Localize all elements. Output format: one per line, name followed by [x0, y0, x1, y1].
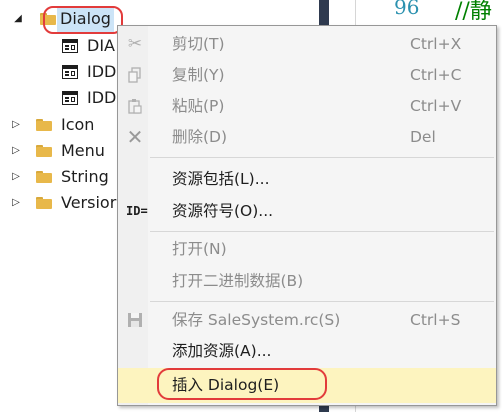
menu-item-shortcut: Del	[410, 128, 436, 146]
tree-item-label: Versior	[61, 193, 117, 212]
collapse-arrow-icon[interactable]: ▷	[11, 190, 21, 216]
menu-item-label: 复制(Y)	[172, 66, 225, 84]
copy-icon	[126, 66, 144, 84]
tree-item-label: DIA	[87, 36, 115, 55]
menu-item-label: 删除(D)	[172, 128, 228, 146]
tree-item-string[interactable]: ▷ String	[0, 164, 130, 190]
tree-item-icon[interactable]: ▷ Icon	[0, 112, 130, 138]
menu-item-save[interactable]: 保存 SaleSystem.rc(S) Ctrl+S	[118, 305, 496, 336]
collapse-arrow-icon[interactable]: ▷	[11, 112, 21, 138]
tree-item-dialog-resource[interactable]: IDD	[0, 85, 130, 111]
tree-item-label: String	[61, 167, 109, 186]
annotation-oval	[43, 6, 123, 34]
folder-icon	[36, 145, 52, 157]
dialog-resource-icon	[62, 39, 78, 53]
tree-item-menu[interactable]: ▷ Menu	[0, 138, 130, 164]
menu-item-label: 粘贴(P)	[172, 97, 225, 115]
expand-arrow-icon[interactable]: ◢	[13, 6, 23, 32]
collapse-arrow-icon[interactable]: ▷	[11, 164, 21, 190]
menu-item-label: 打开(N)	[172, 240, 227, 258]
tree-item-dialog-resource[interactable]: IDD	[0, 59, 130, 85]
menu-item-label: 资源包括(L)...	[172, 170, 270, 188]
menu-item-label: 资源符号(O)...	[172, 202, 274, 220]
line-number: 96	[394, 0, 420, 19]
menu-separator	[150, 301, 494, 302]
menu-item-cut[interactable]: ✂ 剪切(T) Ctrl+X	[118, 29, 496, 60]
annotation-oval	[157, 368, 327, 400]
tree-item-label: Menu	[61, 141, 105, 160]
menu-item-label: 打开二进制数据(B)	[172, 272, 304, 290]
menu-item-delete[interactable]: ✕ 删除(D) Del	[118, 122, 496, 153]
folder-icon	[36, 119, 52, 131]
resource-symbol-icon: ID=	[126, 204, 148, 218]
code-comment: //静	[455, 0, 492, 24]
menu-item-open[interactable]: 打开(N)	[118, 234, 496, 265]
tree-item-dialog-resource[interactable]: DIA	[0, 33, 130, 59]
menu-item-shortcut: Ctrl+X	[410, 35, 462, 53]
folder-icon	[36, 171, 52, 183]
menu-separator	[150, 157, 494, 158]
menu-item-resource-includes[interactable]: 资源包括(L)...	[118, 164, 496, 195]
tree-item-label: Icon	[61, 115, 95, 134]
menu-item-open-binary[interactable]: 打开二进制数据(B)	[118, 266, 496, 297]
cut-icon: ✂	[127, 34, 143, 54]
tree-item-label: IDD	[87, 88, 117, 107]
menu-item-label: 剪切(T)	[172, 35, 225, 53]
menu-item-label: 保存 SaleSystem.rc(S)	[172, 311, 341, 329]
menu-item-shortcut: Ctrl+C	[410, 66, 462, 84]
dialog-resource-icon	[62, 65, 78, 79]
paste-icon	[126, 97, 144, 115]
menu-item-label: 添加资源(A)...	[172, 342, 272, 360]
menu-item-shortcut: Ctrl+V	[410, 97, 462, 115]
folder-icon	[36, 197, 52, 209]
collapse-arrow-icon[interactable]: ▷	[11, 138, 21, 164]
save-icon	[126, 311, 144, 329]
menu-item-resource-symbols[interactable]: ID= 资源符号(O)...	[118, 196, 496, 227]
menu-item-add-resource[interactable]: 添加资源(A)...	[118, 336, 496, 367]
menu-item-paste[interactable]: 粘贴(P) Ctrl+V	[118, 91, 496, 122]
menu-item-copy[interactable]: 复制(Y) Ctrl+C	[118, 60, 496, 91]
dialog-resource-icon	[62, 91, 78, 105]
tree-item-label: IDD	[87, 62, 117, 81]
menu-item-shortcut: Ctrl+S	[410, 311, 461, 329]
menu-separator	[150, 231, 494, 232]
context-menu: ✂ 剪切(T) Ctrl+X 复制(Y) Ctrl+C 粘贴(P) Ctrl+V…	[117, 25, 497, 406]
tree-item-version[interactable]: ▷ Versior	[0, 190, 130, 216]
delete-icon: ✕	[126, 125, 144, 149]
